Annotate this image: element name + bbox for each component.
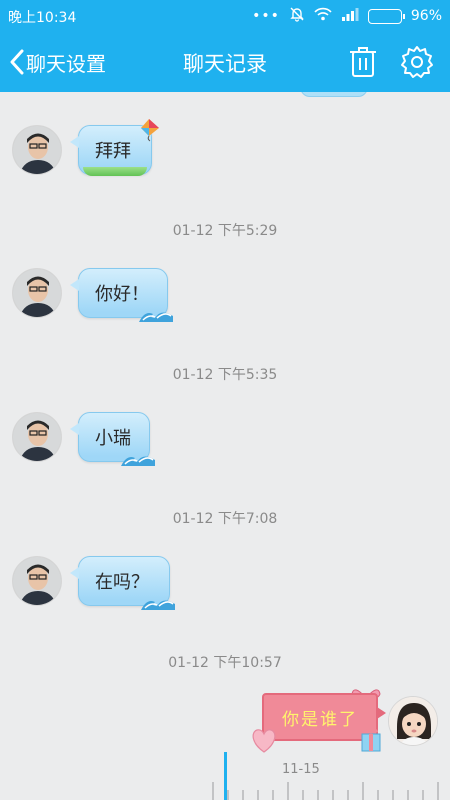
back-button[interactable]: 聊天设置 — [10, 46, 106, 78]
timeline-tick — [347, 790, 349, 800]
status-bar: 晚上10:34 ••• 96% — [0, 0, 450, 32]
status-icons: ••• 96% — [252, 6, 442, 26]
battery-icon — [367, 8, 405, 24]
timestamp: 01-12 下午5:35 — [172, 367, 278, 383]
male-avatar-image — [13, 413, 61, 461]
timeline-tick — [392, 790, 394, 800]
message-text: 拜拜 — [95, 141, 131, 162]
timeline-tick — [422, 790, 424, 800]
grass-decoration — [83, 167, 147, 176]
message-bubble[interactable]: 拜拜 — [70, 119, 159, 176]
timeline-tick — [362, 782, 364, 800]
timeline-tick — [227, 790, 229, 800]
avatar[interactable] — [12, 412, 62, 462]
wave-decoration-icon — [121, 456, 155, 466]
message-text: 在吗？ — [95, 572, 149, 593]
timeline-tick — [242, 790, 244, 800]
message-text: 小瑞 — [95, 428, 131, 449]
timeline-tick — [302, 790, 304, 800]
timeline-tick — [377, 790, 379, 800]
message-bubble[interactable]: 在吗？ — [70, 556, 175, 610]
signal-icon — [341, 7, 359, 25]
female-avatar-image — [389, 697, 437, 745]
timeline-tick — [257, 790, 259, 800]
timeline-tick — [332, 790, 334, 800]
more-dots-icon: ••• — [252, 8, 280, 24]
timeline-date-label: 11-15 — [282, 762, 320, 777]
trash-icon — [350, 47, 376, 77]
timeline-tick — [212, 782, 214, 800]
previous-message-bubble — [300, 92, 368, 97]
back-label: 聊天设置 — [26, 51, 106, 76]
male-avatar-image — [13, 126, 61, 174]
wave-decoration-icon — [139, 312, 173, 322]
avatar[interactable] — [12, 125, 62, 175]
timeline-cursor[interactable] — [224, 752, 227, 800]
avatar[interactable] — [12, 556, 62, 606]
settings-button[interactable] — [400, 45, 434, 79]
timeline-tick — [317, 790, 319, 800]
male-avatar-image — [13, 557, 61, 605]
wifi-icon — [314, 7, 332, 25]
timeline-tick — [407, 790, 409, 800]
title-bar: 聊天设置 聊天记录 — [0, 32, 450, 92]
timeline-scrubber[interactable]: 11-15 — [0, 752, 450, 800]
timeline-tick — [287, 782, 289, 800]
chevron-left-icon — [10, 49, 24, 75]
timestamp: 01-12 下午7:08 — [172, 511, 278, 527]
message-text: 你好！ — [95, 284, 149, 305]
message-bubble[interactable]: 小瑞 — [70, 412, 155, 466]
male-avatar-image — [13, 269, 61, 317]
message-bubble[interactable]: 你好！ — [70, 268, 173, 322]
gear-icon — [401, 46, 433, 78]
timeline-tick — [272, 790, 274, 800]
kite-icon — [141, 119, 159, 142]
status-time: 晚上10:34 — [8, 10, 77, 26]
delete-button[interactable] — [348, 46, 378, 78]
chat-history[interactable]: 拜拜 01-12 下午5:29 你好！ 01-12 下午5:35 小瑞 01-1… — [0, 92, 450, 800]
gift-box-icon — [361, 729, 381, 752]
battery-percent: 96% — [410, 8, 442, 24]
avatar[interactable] — [388, 696, 438, 746]
mute-bell-icon — [289, 6, 305, 26]
timestamp: 01-12 下午10:57 — [168, 655, 282, 671]
heart-icon — [252, 729, 276, 753]
message-text: 你是谁了 — [282, 709, 358, 730]
avatar[interactable] — [12, 268, 62, 318]
wave-decoration-icon — [141, 600, 175, 610]
timeline-tick — [437, 782, 439, 800]
timestamp: 01-12 下午5:29 — [172, 223, 278, 239]
